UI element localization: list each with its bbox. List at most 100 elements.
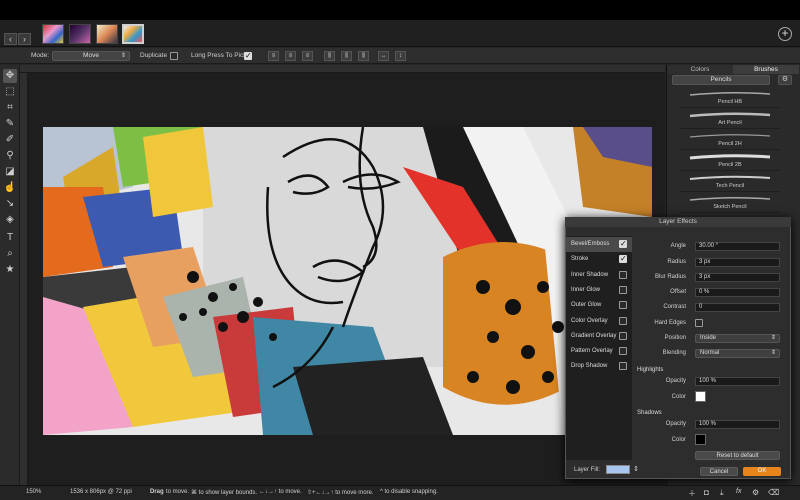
effect-checkbox-drop-shadow[interactable]	[619, 362, 627, 370]
new-document-button[interactable]: +	[778, 27, 792, 41]
hard-edges-checkbox[interactable]	[695, 319, 703, 327]
duplicate-checkbox[interactable]	[170, 52, 178, 60]
layer-fill-swatch[interactable]	[606, 465, 630, 474]
distribute-vertical-button[interactable]: ↕	[395, 51, 406, 61]
brush-item[interactable]: Pencil HB	[680, 89, 780, 108]
shadows-color-swatch[interactable]	[695, 434, 706, 445]
effect-item-bevel-emboss[interactable]: Bevel/Emboss	[571, 241, 609, 247]
zoom-level[interactable]: 150%	[26, 489, 41, 495]
effect-item-color-overlay[interactable]: Color Overlay	[571, 318, 608, 324]
effect-item-pattern-overlay[interactable]: Pattern Overlay	[571, 348, 613, 354]
crop-tool-icon[interactable]: ⌗	[3, 101, 17, 115]
eyedropper-tool-icon[interactable]: ✎	[3, 117, 17, 131]
zoom-tool-icon[interactable]: ⌕	[3, 247, 17, 261]
document-size: 1536 x 806px @ 72 ppi	[70, 489, 132, 495]
artwork-canvas[interactable]	[43, 127, 652, 435]
hint-snap: ^ to disable snapping.	[380, 489, 438, 495]
document-thumbnail[interactable]	[69, 24, 91, 44]
blur-radius-label: Blur Radius	[654, 274, 686, 280]
document-thumbnail[interactable]	[96, 24, 118, 44]
blending-select[interactable]: Normal ⇕	[695, 349, 780, 358]
effect-item-stroke[interactable]: Stroke	[571, 256, 588, 262]
align-left-button[interactable]: ≡	[268, 51, 279, 61]
position-label: Position	[664, 335, 686, 341]
artwork-image	[43, 127, 652, 435]
tab-brushes[interactable]: Brushes	[733, 65, 799, 74]
settings-icon[interactable]: ⚙	[752, 488, 759, 497]
offset-input[interactable]: 0 %	[695, 288, 780, 297]
brush-category-select[interactable]: Pencils	[672, 75, 770, 85]
forward-button[interactable]: ›	[18, 33, 31, 45]
fill-tool-icon[interactable]: ◈	[3, 213, 17, 227]
distribute-horizontal-button[interactable]: ↔	[378, 51, 389, 61]
chevron-updown-icon: ⇕	[770, 335, 776, 341]
download-icon[interactable]: ⤓	[720, 488, 724, 498]
layer-fill-stepper-icon[interactable]: ⇕	[633, 465, 639, 473]
shadows-opacity-input[interactable]: 100 %	[695, 420, 780, 429]
back-button[interactable]: ‹	[4, 33, 17, 45]
duplicate-label: Duplicate	[140, 52, 168, 59]
brush-tool-icon[interactable]: ✐	[3, 133, 17, 147]
hint-bounds: ⌘ to show layer bounds.	[191, 490, 258, 496]
mode-select[interactable]: Move ⇕	[52, 51, 130, 61]
effect-item-outer-glow[interactable]: Outer Glow	[571, 302, 601, 308]
brush-item[interactable]: Pencil 2B	[680, 152, 780, 171]
brush-name: Tech Pencil	[715, 183, 745, 189]
brush-stroke-preview	[689, 112, 771, 118]
long-press-checkbox[interactable]	[244, 51, 252, 60]
angle-label: Angle	[670, 243, 686, 249]
shape-tool-icon[interactable]: ★	[3, 263, 17, 277]
add-layer-icon[interactable]: ＋	[688, 488, 696, 499]
highlights-opacity-input[interactable]: 100 %	[695, 377, 780, 386]
eraser-tool-icon[interactable]: ◪	[3, 165, 17, 179]
brush-item[interactable]: Pencil 2H	[680, 131, 780, 150]
brush-name: Pencil 2B	[718, 162, 742, 168]
layer-fill-label: Layer Fill:	[574, 467, 601, 473]
align-top-button[interactable]: ⫼	[324, 51, 335, 61]
effect-item-inner-shadow[interactable]: Inner Shadow	[571, 272, 608, 278]
position-select[interactable]: Inside ⇕	[695, 334, 780, 343]
radius-label: Radius	[667, 259, 686, 265]
effect-item-inner-glow[interactable]: Inner Glow	[571, 287, 600, 293]
mask-icon[interactable]: ◘	[704, 488, 709, 497]
dodge-tool-icon[interactable]: ↘	[3, 197, 17, 211]
app-window: { "toolbar_options": { "mode_label": "Mo…	[0, 0, 800, 500]
brush-category-value: Pencils	[710, 76, 732, 83]
title-bar	[0, 0, 800, 20]
document-thumbnail-active[interactable]	[122, 24, 144, 44]
fx-icon[interactable]: fx	[736, 488, 741, 495]
effect-item-drop-shadow[interactable]: Drop Shadow	[571, 363, 607, 369]
hard-edges-label: Hard Edges	[654, 320, 686, 326]
smudge-tool-icon[interactable]: ☝	[3, 181, 17, 195]
highlights-color-swatch[interactable]	[695, 391, 706, 402]
tab-colors[interactable]: Colors	[667, 65, 733, 74]
brush-name: Pencil HB	[717, 99, 743, 105]
ok-button[interactable]: OK	[743, 467, 781, 476]
effect-item-gradient-overlay[interactable]: Gradient Overlay	[571, 333, 616, 339]
align-center-button[interactable]: ≡	[285, 51, 296, 61]
move-tool-icon[interactable]: ✥	[3, 69, 17, 83]
ruler-vertical	[20, 73, 28, 485]
brush-settings-gear-icon[interactable]: ⚙	[778, 75, 792, 85]
align-middle-button[interactable]: ⫼	[341, 51, 352, 61]
marquee-tool-icon[interactable]: ⬚	[3, 85, 17, 99]
text-tool-icon[interactable]: T	[3, 231, 17, 245]
brush-item[interactable]: Tech Pencil	[680, 173, 780, 192]
brush-stroke-preview	[689, 134, 771, 138]
contrast-input[interactable]: 0	[695, 303, 780, 312]
document-bar	[0, 20, 800, 47]
stamp-tool-icon[interactable]: ⚲	[3, 149, 17, 163]
trash-icon[interactable]: ⌫	[768, 488, 779, 497]
brush-stroke-preview	[689, 91, 771, 96]
long-press-label: Long Press To Pick	[191, 52, 247, 59]
cancel-button[interactable]: Cancel	[700, 467, 738, 476]
angle-input[interactable]: 30.00 °	[695, 242, 780, 251]
blur-radius-input[interactable]: 3 px	[695, 273, 780, 282]
align-right-button[interactable]: ≡	[302, 51, 313, 61]
reset-to-default-button[interactable]: Reset to default	[695, 451, 780, 460]
brush-item[interactable]: Sketch Pencil	[680, 194, 780, 213]
brush-item[interactable]: Art Pencil	[680, 110, 780, 129]
radius-input[interactable]: 3 px	[695, 258, 780, 267]
align-bottom-button[interactable]: ⫼	[358, 51, 369, 61]
document-thumbnail[interactable]	[42, 24, 64, 44]
